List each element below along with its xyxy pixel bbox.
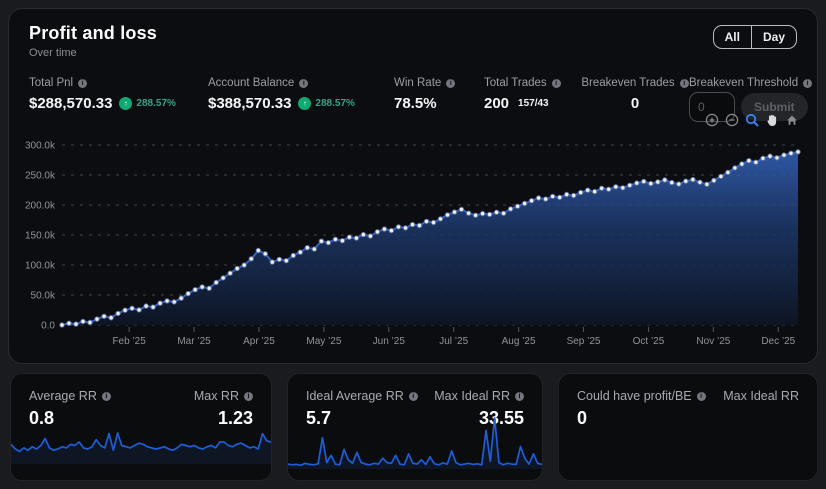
stat-label-breakeven-trades: Breakeven Trades xyxy=(581,77,675,89)
stat-label-total-pnl: Total Pnl xyxy=(29,77,74,89)
svg-text:300.0k: 300.0k xyxy=(25,141,56,152)
stat-label-win-rate: Win Rate xyxy=(394,77,442,89)
range-toggle: All Day xyxy=(712,25,797,49)
info-icon[interactable] xyxy=(101,391,111,401)
svg-text:Feb ’25: Feb ’25 xyxy=(112,336,146,347)
card-label-max-ideal-rr: Max Ideal RR xyxy=(434,389,510,403)
card-ideal-average-rr: Ideal Average RR 5.7 Max Ideal RR 33.55 xyxy=(287,373,543,481)
trading-dashboard: Profit and loss Over time All Day Total … xyxy=(0,0,826,489)
stat-breakeven-trades: Breakeven Trades 0 xyxy=(581,77,689,112)
profit-loss-panel: Profit and loss Over time All Day Total … xyxy=(8,8,818,364)
panel-header: Profit and loss Over time All Day xyxy=(9,23,817,67)
svg-text:Jul ’25: Jul ’25 xyxy=(439,336,468,347)
balance-change-percent: 288.57% xyxy=(315,98,355,109)
svg-text:250.0k: 250.0k xyxy=(25,171,56,182)
svg-text:Apr ’25: Apr ’25 xyxy=(243,336,275,347)
range-day-button[interactable]: Day xyxy=(750,26,796,48)
pan-hand-icon[interactable] xyxy=(765,113,779,127)
svg-text:Jun ’25: Jun ’25 xyxy=(373,336,406,347)
card-average-rr: Average RR 0.8 Max RR 1.23 xyxy=(10,373,272,481)
card-could-have-profit: Could have profit/BE 0 Max Ideal RR xyxy=(558,373,818,481)
page-title: Profit and loss xyxy=(29,23,158,43)
wins-losses-ratio: 157/43 xyxy=(518,98,549,109)
stat-value-total-trades: 200 xyxy=(484,95,510,112)
balance-change-badge: ↑ 288.57% xyxy=(298,97,355,110)
info-icon[interactable] xyxy=(446,78,456,88)
info-icon[interactable] xyxy=(244,391,253,401)
arrow-up-icon: ↑ xyxy=(298,97,312,110)
stat-total-trades: Total Trades 200 157/43 xyxy=(484,77,561,112)
stat-win-rate: Win Rate 78.5% xyxy=(394,77,456,112)
range-all-button[interactable]: All xyxy=(714,26,751,48)
card-label-max-ideal-rr-2: Max Ideal RR xyxy=(723,389,799,403)
stats-row: Total Pnl $288,570.33 ↑ 288.57% Account … xyxy=(29,77,813,127)
info-icon[interactable] xyxy=(78,78,88,88)
pnl-change-percent: 288.57% xyxy=(136,98,176,109)
stat-total-pnl: Total Pnl $288,570.33 ↑ 288.57% xyxy=(29,77,176,112)
stat-label-total-trades: Total Trades xyxy=(484,77,547,89)
svg-text:50.0k: 50.0k xyxy=(31,291,56,302)
stat-value-account-balance: $388,570.33 xyxy=(208,95,292,112)
stat-value-breakeven-trades: 0 xyxy=(630,95,640,112)
pnl-chart-svg[interactable]: 300.0k 250.0k 200.0k 150.0k 100.0k 50.0k 0.0 Fe… xyxy=(21,135,809,351)
chart-toolbar xyxy=(705,113,799,127)
svg-text:100.0k: 100.0k xyxy=(25,261,56,272)
metrics-cards-row: Average RR 0.8 Max RR 1.23 xyxy=(10,373,818,481)
reset-home-icon[interactable] xyxy=(785,113,799,127)
svg-text:150.0k: 150.0k xyxy=(25,231,56,242)
stat-account-balance: Account Balance $388,570.33 ↑ 288.57% xyxy=(208,77,355,112)
ideal-rr-sparkline xyxy=(288,415,542,469)
card-label-average-rr: Average RR xyxy=(29,389,97,403)
card-label-could-have-profit: Could have profit/BE xyxy=(577,389,692,403)
stat-label-breakeven-threshold: Breakeven Threshold xyxy=(689,77,799,89)
svg-text:Aug ’25: Aug ’25 xyxy=(502,336,536,347)
average-rr-sparkline xyxy=(11,430,271,464)
info-icon[interactable] xyxy=(299,78,309,88)
card-label-max-rr: Max RR xyxy=(193,389,239,403)
stat-value-win-rate: 78.5% xyxy=(394,95,437,112)
info-icon[interactable] xyxy=(803,78,813,88)
svg-text:200.0k: 200.0k xyxy=(25,201,56,212)
zoom-out-icon[interactable] xyxy=(725,113,739,127)
info-icon[interactable] xyxy=(408,391,418,401)
svg-text:May ’25: May ’25 xyxy=(306,336,341,347)
pnl-change-badge: ↑ 288.57% xyxy=(119,97,176,110)
svg-text:Sep ’25: Sep ’25 xyxy=(567,336,601,347)
svg-text:Oct ’25: Oct ’25 xyxy=(633,336,665,347)
arrow-up-icon: ↑ xyxy=(119,97,133,110)
svg-text:Dec ’25: Dec ’25 xyxy=(761,336,795,347)
stat-label-account-balance: Account Balance xyxy=(208,77,295,89)
info-icon[interactable] xyxy=(696,391,706,401)
title-block: Profit and loss Over time xyxy=(29,23,157,59)
page-subtitle: Over time xyxy=(29,47,77,59)
svg-text:Mar ’25: Mar ’25 xyxy=(177,336,211,347)
card-value-max-rr: 1.23 xyxy=(217,408,253,428)
info-icon[interactable] xyxy=(515,391,524,401)
svg-text:Nov ’25: Nov ’25 xyxy=(696,336,730,347)
pnl-chart[interactable]: 300.0k 250.0k 200.0k 150.0k 100.0k 50.0k 0.0 Fe… xyxy=(21,135,802,351)
info-icon[interactable] xyxy=(679,78,689,88)
zoom-in-icon[interactable] xyxy=(705,113,719,127)
selection-zoom-icon[interactable] xyxy=(745,113,759,127)
card-value-average-rr: 0.8 xyxy=(29,408,55,428)
svg-text:0.0: 0.0 xyxy=(41,321,55,332)
card-value-could-have-profit: 0 xyxy=(577,408,588,428)
card-label-ideal-average-rr: Ideal Average RR xyxy=(306,389,404,403)
stat-value-total-pnl: $288,570.33 xyxy=(29,95,113,112)
info-icon[interactable] xyxy=(551,78,561,88)
